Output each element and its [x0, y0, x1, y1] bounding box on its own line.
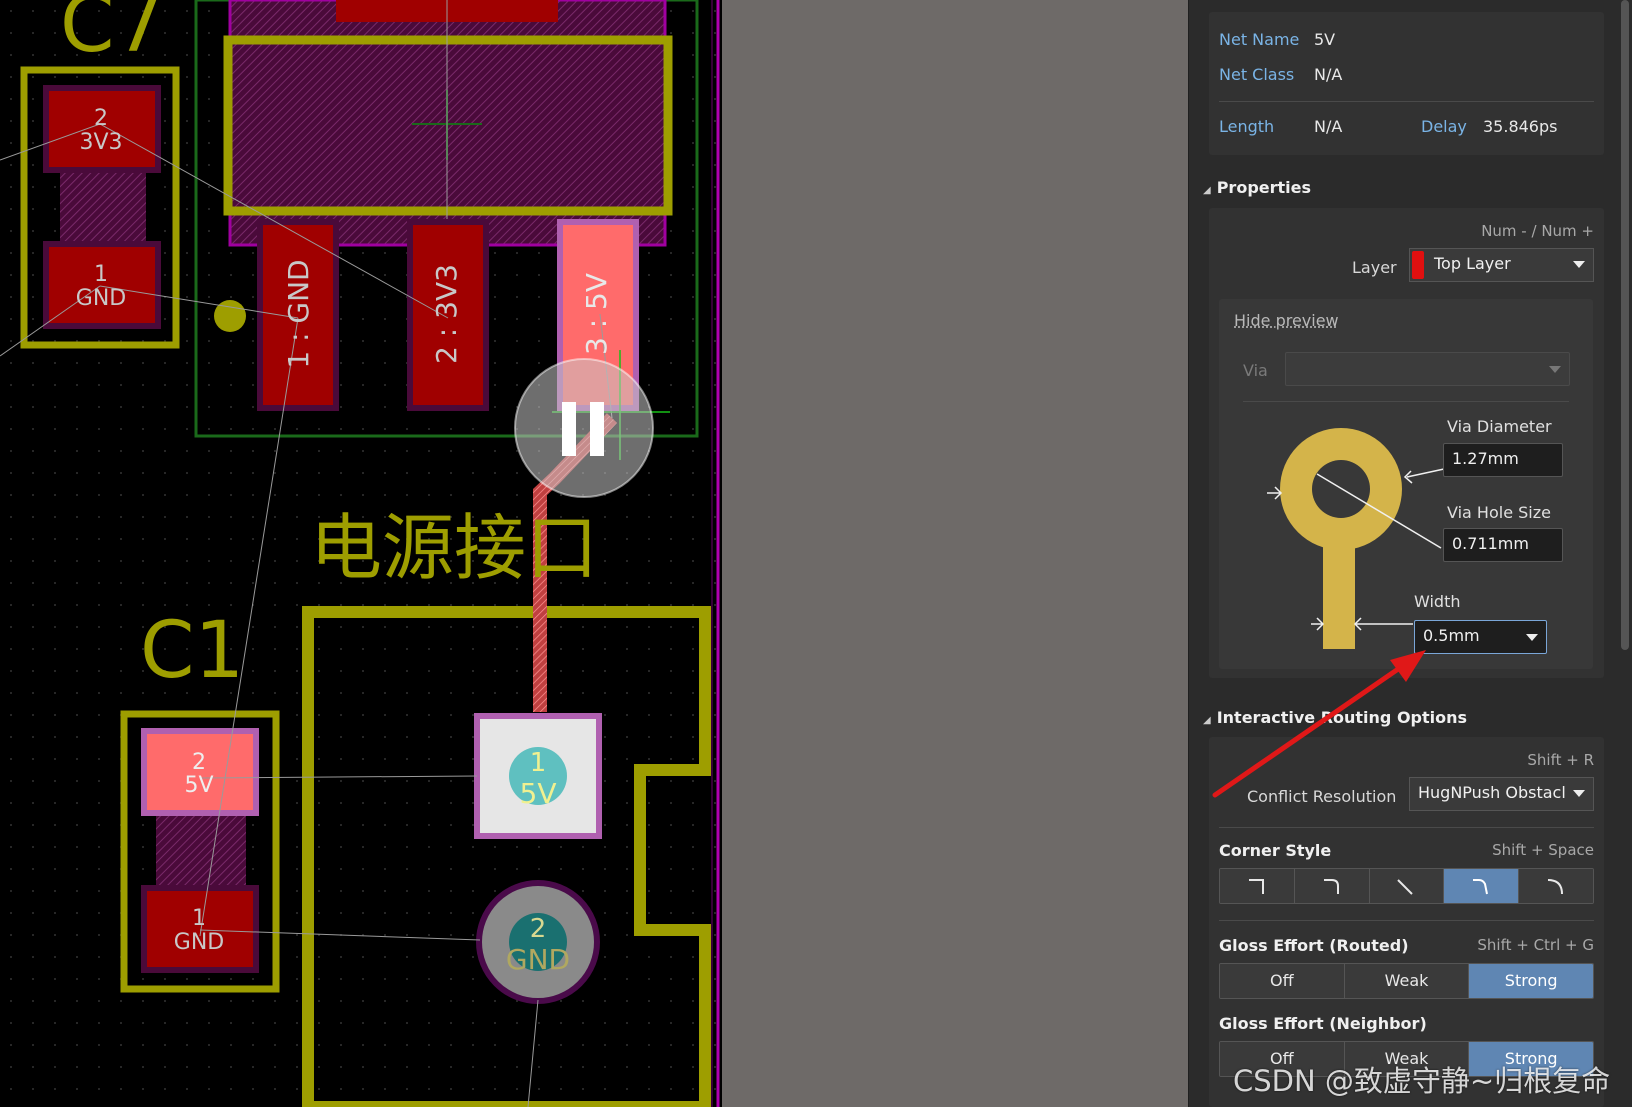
gloss-neighbor-label: Gloss Effort (Neighbor): [1219, 1014, 1427, 1033]
pause-overlay: [514, 358, 654, 498]
silk-title: 电源接口: [310, 506, 599, 590]
collapse-triangle-icon: ◢: [1203, 715, 1211, 726]
c7-designator: C7: [60, 0, 165, 70]
c7-pad1-num: 1: [94, 262, 108, 287]
c1-pad2-net: 5V: [184, 773, 214, 798]
corner-style-shortcut: Shift + Space: [1492, 841, 1594, 859]
collapse-triangle-icon: ◢: [1203, 185, 1211, 196]
layer-color-swatch: [1412, 251, 1424, 279]
routing-shortcut: Shift + R: [1527, 751, 1594, 769]
chevron-down-icon: [1526, 634, 1538, 641]
c1-pad2-num: 2: [192, 750, 206, 775]
via-hole-size-input[interactable]: 0.711mm: [1443, 528, 1563, 562]
via-diameter-input[interactable]: 1.27mm: [1443, 443, 1563, 477]
c7-pad2-num: 2: [94, 106, 108, 131]
layer-label: Layer: [1352, 258, 1397, 277]
reg-pad2-label: 2 : 3V3: [430, 264, 463, 364]
properties-section: Num - / Num + Layer Top Layer Hide previ…: [1209, 208, 1604, 678]
routing-options-header[interactable]: ◢ Interactive Routing Options: [1203, 708, 1467, 727]
c7-pad1-net: GND: [75, 286, 127, 311]
gloss-routed-label: Gloss Effort (Routed): [1219, 936, 1409, 955]
j-pad1-num: 1: [529, 748, 547, 778]
delay-value: 35.846ps: [1483, 117, 1558, 136]
properties-shortcut: Num - / Num +: [1481, 222, 1594, 240]
net-name-value: 5V: [1314, 30, 1336, 49]
j-pad2-num: 2: [529, 914, 547, 944]
conflict-resolution-value: HugNPush Obstacl: [1418, 783, 1566, 802]
gloss-routed-weak[interactable]: Weak: [1344, 964, 1470, 998]
gloss-routed-off[interactable]: Off: [1220, 964, 1345, 998]
conflict-resolution-label: Conflict Resolution: [1247, 787, 1397, 806]
routing-section: Shift + R Conflict Resolution HugNPush O…: [1209, 737, 1604, 1107]
reg-pad1-label: 1 : GND: [282, 259, 315, 369]
corner-90-arc-icon[interactable]: [1294, 869, 1370, 903]
corner-45-icon[interactable]: [1369, 869, 1445, 903]
net-name-label: Net Name: [1219, 30, 1300, 49]
c1-designator: C1: [140, 606, 245, 696]
net-class-label: Net Class: [1219, 65, 1295, 84]
gloss-routed-selector: Off Weak Strong: [1219, 963, 1594, 999]
via-hole-size-label: Via Hole Size: [1447, 503, 1551, 522]
empty-canvas-area: [722, 0, 1188, 1107]
corner-style-label: Corner Style: [1219, 841, 1332, 860]
properties-panel: Net Name 5V Net Class N/A Length N/A Del…: [1188, 0, 1632, 1107]
width-input-value: 0.5mm: [1423, 626, 1480, 645]
c7-pad2-net: 3V3: [79, 130, 123, 155]
c1-pad1-net: GND: [173, 930, 225, 955]
c1-pad1-num: 1: [192, 906, 206, 931]
corner-90-icon[interactable]: [1220, 869, 1295, 903]
j-pad1-net: 5V: [519, 777, 557, 810]
corner-arc-icon[interactable]: [1519, 869, 1593, 903]
layer-dropdown[interactable]: Top Layer: [1409, 248, 1594, 282]
net-class-value: N/A: [1314, 65, 1343, 84]
width-label: Width: [1414, 592, 1461, 611]
length-value: N/A: [1314, 117, 1343, 136]
panel-scrollbar[interactable]: [1621, 0, 1629, 650]
chevron-down-icon: [1573, 261, 1585, 268]
j-pad2-net: GND: [505, 943, 571, 976]
corner-45-arc-icon[interactable]: [1444, 869, 1520, 903]
width-input[interactable]: 0.5mm: [1414, 620, 1547, 654]
watermark: CSDN @致虚守静~归根复命: [1233, 1064, 1611, 1098]
pcb-canvas[interactable]: C7 C1 电源接口 2 3V3 1 GND 1 : GND 2 : 3V3 3…: [0, 0, 722, 1107]
delay-label: Delay: [1421, 117, 1467, 136]
corner-style-selector: [1219, 868, 1594, 904]
chevron-down-icon: [1573, 790, 1585, 797]
gloss-routed-shortcut: Shift + Ctrl + G: [1477, 936, 1594, 954]
gloss-routed-strong[interactable]: Strong: [1469, 964, 1593, 998]
properties-header[interactable]: ◢ Properties: [1203, 178, 1311, 197]
conflict-resolution-dropdown[interactable]: HugNPush Obstacl: [1409, 777, 1594, 811]
reg-pad3-label: 3 : 5V: [580, 272, 613, 356]
length-label: Length: [1219, 117, 1275, 136]
via-preview-box: Hide preview Via Via Diameter 1.27mm Via…: [1219, 299, 1593, 669]
layer-value: Top Layer: [1434, 254, 1511, 273]
via-diameter-label: Via Diameter: [1447, 417, 1552, 436]
via-diagram: [1267, 428, 1445, 649]
connector-silk: [302, 606, 711, 1107]
net-info-section: Net Name 5V Net Class N/A Length N/A Del…: [1209, 12, 1604, 155]
